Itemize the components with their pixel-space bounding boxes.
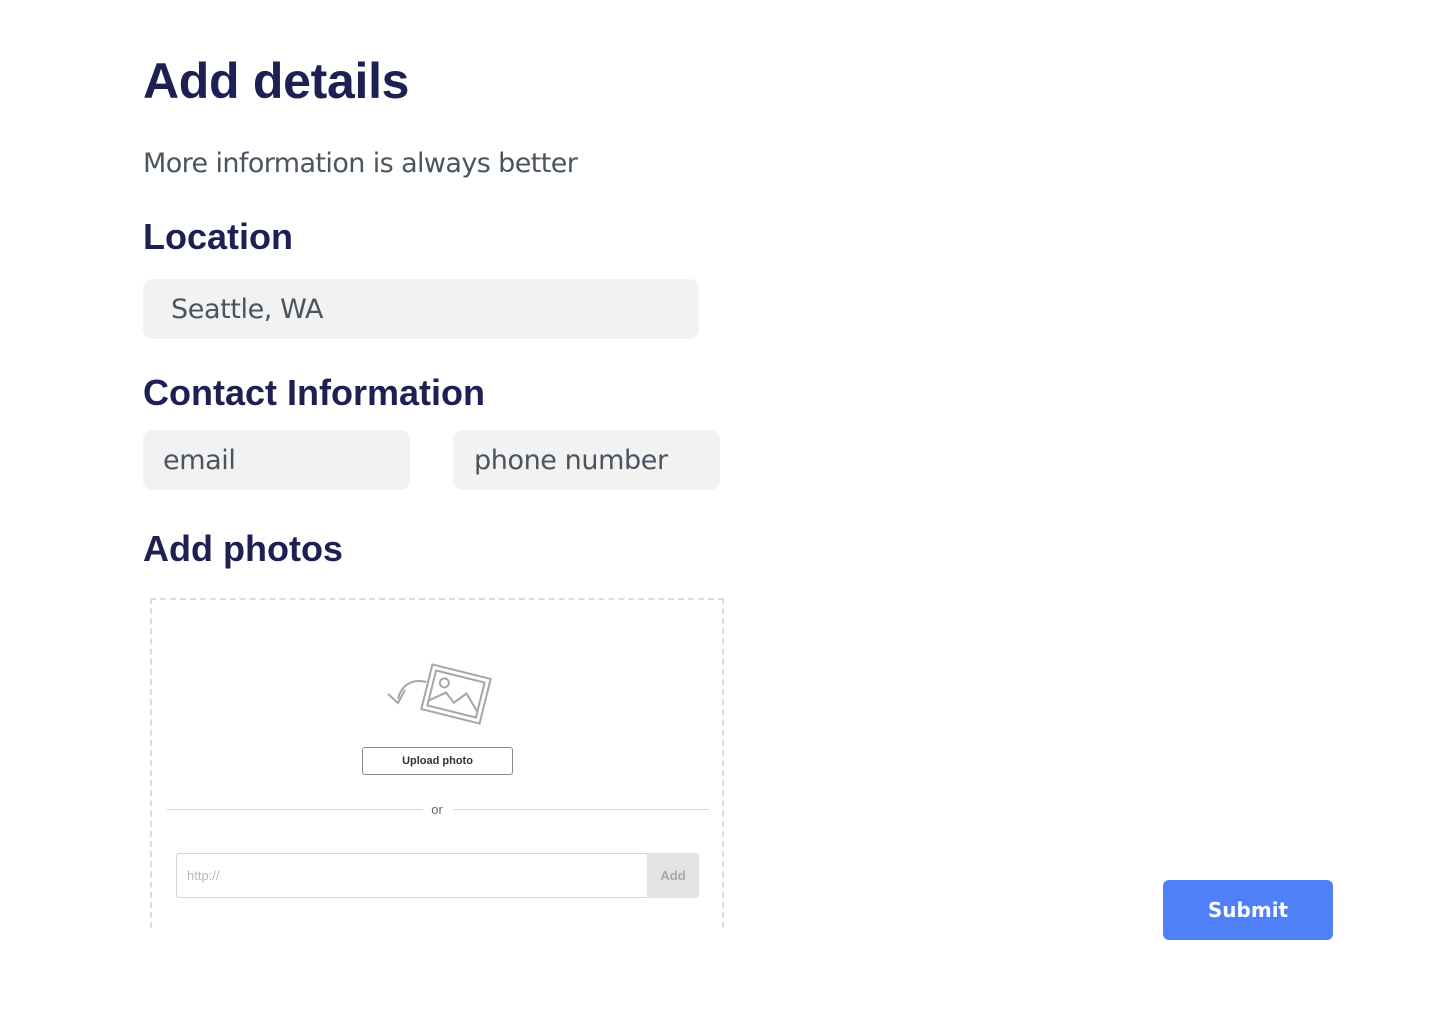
email-field[interactable]: email xyxy=(143,430,410,490)
divider-right xyxy=(453,809,709,810)
email-placeholder: email xyxy=(163,444,236,476)
phone-field[interactable]: phone number xyxy=(453,430,720,490)
photos-heading: Add photos xyxy=(143,528,343,569)
location-heading: Location xyxy=(143,216,293,257)
page-subtitle: More information is always better xyxy=(143,148,578,179)
page-title: Add details xyxy=(143,53,410,109)
divider-left xyxy=(167,809,423,810)
location-value: Seattle, WA xyxy=(171,293,324,325)
submit-button[interactable]: Submit xyxy=(1163,880,1333,940)
upload-photo-button[interactable]: Upload photo xyxy=(362,747,513,775)
add-url-button[interactable]: Add xyxy=(647,853,699,898)
phone-placeholder: phone number xyxy=(474,444,668,476)
photo-url-placeholder: http:// xyxy=(187,868,220,883)
photo-url-input[interactable]: http:// xyxy=(176,853,649,898)
photo-drop-zone[interactable]: Upload photo or http:// Add xyxy=(150,598,724,928)
location-input[interactable]: Seattle, WA xyxy=(143,279,699,339)
or-separator: or xyxy=(431,802,443,817)
image-upload-icon xyxy=(387,663,492,725)
contact-heading: Contact Information xyxy=(143,372,485,413)
